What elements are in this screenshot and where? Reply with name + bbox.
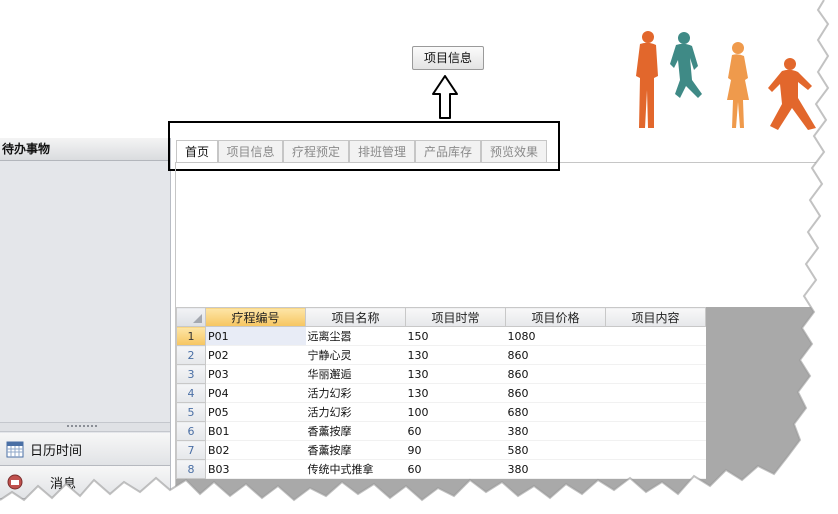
cell-content[interactable] [605, 364, 706, 384]
cell-id[interactable]: B01 [205, 421, 306, 441]
row-number[interactable]: 4 [176, 383, 206, 403]
project-grid[interactable]: 疗程编号 项目名称 项目时常 项目价格 项目内容 1 P01 远离尘嚣 150 1080… [176, 307, 706, 479]
tabs-highlight-frame [168, 121, 560, 171]
row-number[interactable]: 7 [176, 440, 206, 460]
cell-time[interactable]: 130 [405, 345, 506, 365]
cell-name[interactable]: 活力幻彩 [305, 402, 406, 422]
column-header-id[interactable]: 疗程编号 [205, 307, 306, 327]
column-header-name[interactable]: 项目名称 [305, 307, 406, 327]
table-row[interactable]: 6 B01 香薰按摩 60 380 [176, 421, 706, 441]
cell-price[interactable]: 860 [505, 364, 606, 384]
cell-id[interactable]: B02 [205, 440, 306, 460]
cell-content[interactable] [605, 345, 706, 365]
cell-id[interactable]: P02 [205, 345, 306, 365]
sidebar-item-messages-label: 消息 [50, 476, 77, 492]
cell-name[interactable]: 香薰按摩 [305, 440, 406, 460]
cell-price[interactable]: 860 [505, 383, 606, 403]
sidebar-splitter[interactable] [0, 422, 170, 432]
table-row[interactable]: 1 P01 远离尘嚣 150 1080 [176, 326, 706, 346]
row-number[interactable]: 3 [176, 364, 206, 384]
table-row[interactable]: 3 P03 华丽邂逅 130 860 [176, 364, 706, 384]
sidebar-item-calendar-label: 日历时间 [30, 443, 83, 459]
cell-id[interactable]: P03 [205, 364, 306, 384]
project-info-callout-button[interactable]: 项目信息 [412, 46, 484, 70]
cell-name[interactable]: 远离尘嚣 [305, 326, 406, 346]
sidebar-item-calendar[interactable]: 日历时间 [0, 433, 170, 466]
row-number[interactable]: 8 [176, 459, 206, 479]
message-icon [7, 474, 23, 490]
row-number[interactable]: 6 [176, 421, 206, 441]
select-all-icon [193, 314, 202, 323]
cell-content[interactable] [605, 421, 706, 441]
people-silhouettes-logo [636, 31, 816, 130]
cell-time[interactable]: 130 [405, 383, 506, 403]
cell-time[interactable]: 150 [405, 326, 506, 346]
cell-name[interactable]: 传统中式推拿 [305, 459, 406, 479]
cell-id[interactable]: P04 [205, 383, 306, 403]
row-number[interactable]: 5 [176, 402, 206, 422]
table-row[interactable]: 5 P05 活力幻彩 100 680 [176, 402, 706, 422]
cell-price[interactable]: 680 [505, 402, 606, 422]
todo-sidebar: 待办事物 日历时间 消息 [0, 138, 171, 514]
table-row[interactable]: 4 P04 活力幻彩 130 860 [176, 383, 706, 403]
cell-id[interactable]: P01 [205, 326, 306, 346]
cell-price[interactable]: 1080 [505, 326, 606, 346]
app-window: 项目信息 待办事物 日历时间 消息 首页 项目信息 疗程预定 排班管理 产品库存… [0, 0, 838, 514]
cell-time[interactable]: 90 [405, 440, 506, 460]
cell-content[interactable] [605, 326, 706, 346]
column-header-content[interactable]: 项目内容 [605, 307, 706, 327]
row-number[interactable]: 1 [176, 326, 206, 346]
table-row[interactable]: 8 B03 传统中式推拿 60 380 [176, 459, 706, 479]
row-number[interactable]: 2 [176, 345, 206, 365]
cell-price[interactable]: 860 [505, 345, 606, 365]
grid-header-row: 疗程编号 项目名称 项目时常 项目价格 项目内容 [176, 307, 706, 327]
cell-id[interactable]: P05 [205, 402, 306, 422]
cell-content[interactable] [605, 383, 706, 403]
cell-content[interactable] [605, 402, 706, 422]
column-header-price[interactable]: 项目价格 [505, 307, 606, 327]
todo-sidebar-title: 待办事物 [0, 138, 170, 161]
column-header-time[interactable]: 项目时常 [405, 307, 506, 327]
calendar-icon [6, 441, 24, 458]
up-arrow-icon [432, 75, 458, 119]
cell-name[interactable]: 宁静心灵 [305, 345, 406, 365]
cell-price[interactable]: 380 [505, 459, 606, 479]
splitter-grip-icon [66, 425, 98, 427]
sidebar-item-messages[interactable]: 消息 [0, 466, 170, 499]
table-row[interactable]: 2 P02 宁静心灵 130 860 [176, 345, 706, 365]
cell-time[interactable]: 60 [405, 459, 506, 479]
cell-content[interactable] [605, 440, 706, 460]
cell-time[interactable]: 60 [405, 421, 506, 441]
grid-corner[interactable] [176, 307, 206, 327]
cell-name[interactable]: 香薰按摩 [305, 421, 406, 441]
cell-id[interactable]: B03 [205, 459, 306, 479]
cell-name[interactable]: 华丽邂逅 [305, 364, 406, 384]
cell-time[interactable]: 130 [405, 364, 506, 384]
cell-price[interactable]: 580 [505, 440, 606, 460]
cell-price[interactable]: 380 [505, 421, 606, 441]
table-row[interactable]: 7 B02 香薰按摩 90 580 [176, 440, 706, 460]
cell-time[interactable]: 100 [405, 402, 506, 422]
cell-content[interactable] [605, 459, 706, 479]
cell-name[interactable]: 活力幻彩 [305, 383, 406, 403]
